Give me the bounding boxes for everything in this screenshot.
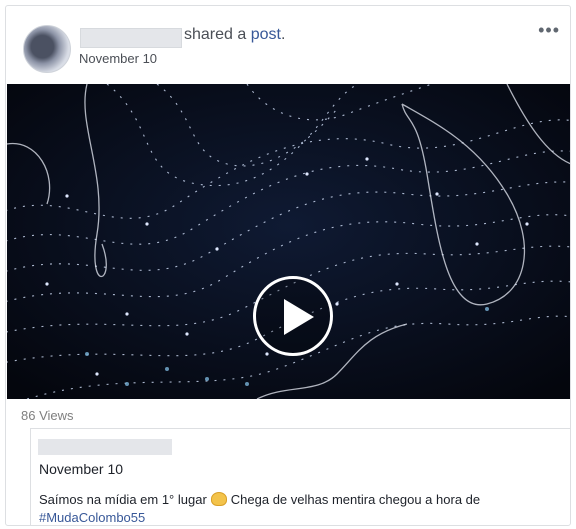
- video-player[interactable]: [7, 84, 570, 399]
- post-header: shared a post. November 10 •••: [6, 6, 570, 84]
- play-icon: [284, 299, 314, 335]
- more-options-icon[interactable]: •••: [538, 20, 560, 41]
- quoted-text-part-2: Chega de velhas mentira chegou a hora de: [230, 492, 481, 507]
- hashtag-link[interactable]: #MudaColombo55: [39, 510, 145, 525]
- avatar[interactable]: [23, 25, 71, 73]
- quoted-date[interactable]: November 10: [39, 461, 123, 477]
- clapping-hands-icon: [210, 492, 227, 506]
- view-count: 86 Views: [21, 408, 74, 423]
- shared-period: .: [280, 26, 286, 43]
- post-date[interactable]: November 10: [79, 51, 157, 66]
- redacted-author-name[interactable]: [80, 28, 182, 48]
- play-button[interactable]: [253, 276, 333, 356]
- shared-label: shared a: [184, 26, 247, 43]
- post-link[interactable]: post: [251, 26, 281, 43]
- redacted-quoted-author[interactable]: [38, 439, 172, 455]
- quoted-text: Saímos na mídia em 1° lugar Chega de velh…: [39, 491, 559, 525]
- post-card: shared a post. November 10 ••• 86 Views …: [5, 5, 571, 526]
- shared-text: shared a post.: [184, 26, 285, 44]
- quoted-text-part-1: Saímos na mídia em 1° lugar: [39, 492, 207, 507]
- quoted-post: November 10 Saímos na mídia em 1° lugar C…: [30, 428, 570, 525]
